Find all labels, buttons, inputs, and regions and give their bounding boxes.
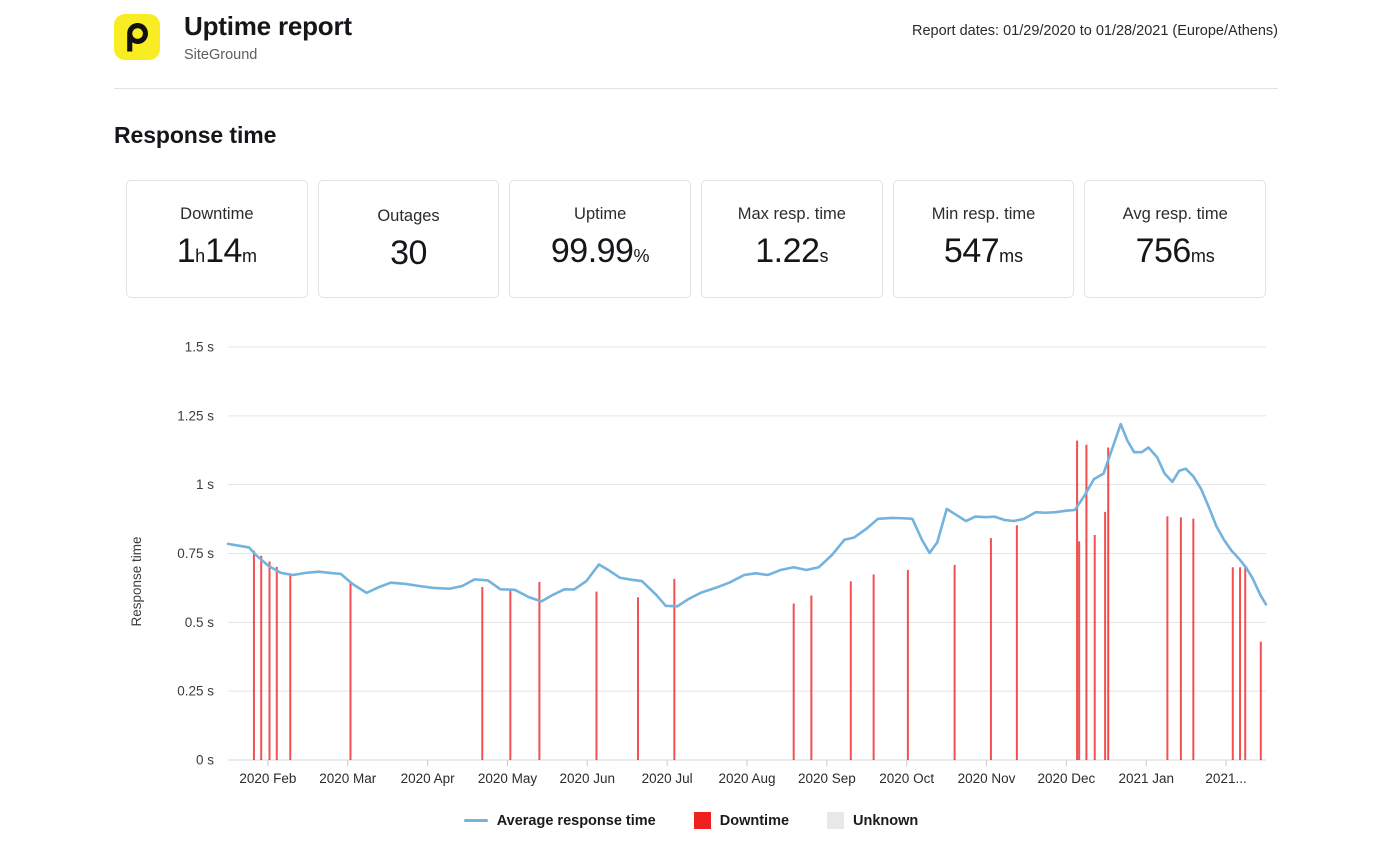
x-tick-label: 2020 Dec: [1037, 771, 1095, 786]
y-tick-label: 0 s: [196, 753, 214, 768]
line-swatch-icon: [464, 819, 488, 822]
stat-card-max-resp-time: Max resp. time 1.22s: [701, 180, 883, 298]
chart-legend: Average response time Downtime Unknown: [0, 812, 1382, 829]
y-tick-label: 1 s: [196, 477, 214, 492]
unknown-swatch-icon: [827, 812, 844, 829]
stat-card-uptime: Uptime 99.99%: [509, 180, 691, 298]
page-subtitle: SiteGround: [184, 45, 352, 65]
x-tick-label: 2021...: [1205, 771, 1246, 786]
x-tick-label: 2020 Jun: [560, 771, 616, 786]
stat-card-value: 547ms: [944, 231, 1023, 276]
stat-value-number: 756: [1136, 231, 1191, 271]
x-tick-label: 2021 Jan: [1118, 771, 1174, 786]
legend-item-unknown[interactable]: Unknown: [827, 812, 918, 829]
stat-value-unit-2: m: [242, 236, 257, 276]
x-tick-label: 2020 May: [478, 771, 538, 786]
section-title: Response time: [114, 122, 276, 149]
header-divider: [114, 88, 1278, 89]
y-axis-title: Response time: [129, 536, 144, 626]
downtime-swatch-icon: [694, 812, 711, 829]
legend-label: Average response time: [497, 813, 656, 829]
stat-card-value: 99.99%: [551, 231, 650, 276]
stat-card-label: Uptime: [574, 203, 626, 225]
title-group: Uptime report SiteGround: [184, 10, 352, 65]
chart-canvas: 0 s 0.25 s 0.5 s 0.75 s 1 s 1.25 s 1.5 s Respon…: [0, 318, 1382, 798]
y-tick-label: 0.25 s: [177, 684, 214, 699]
x-tick-label: 2020 Sep: [798, 771, 856, 786]
report-header: Uptime report SiteGround Report dates: 0…: [114, 10, 1278, 72]
x-tick-label: 2020 Mar: [319, 771, 377, 786]
stat-value-unit: ms: [1191, 236, 1215, 276]
stat-card-min-resp-time: Min resp. time 547ms: [893, 180, 1075, 298]
stat-card-value: 1h14m: [177, 231, 257, 276]
stat-cards: Downtime 1h14m Outages 30 Uptime 99.99% …: [126, 180, 1266, 298]
legend-item-average-response-time[interactable]: Average response time: [464, 813, 656, 829]
pingdom-p-logo-icon: [114, 14, 160, 60]
stat-card-label: Max resp. time: [738, 203, 846, 225]
x-tick-label: 2020 Apr: [401, 771, 456, 786]
stat-card-value: 756ms: [1136, 231, 1215, 276]
y-tick-label: 1.5 s: [185, 340, 215, 355]
stat-card-label: Outages: [377, 205, 439, 227]
x-tick-label: 2020 Oct: [879, 771, 934, 786]
stat-card-avg-resp-time: Avg resp. time 756ms: [1084, 180, 1266, 298]
x-tick-label: 2020 Nov: [958, 771, 1016, 786]
stat-card-label: Downtime: [180, 203, 253, 225]
x-tick-label: 2020 Jul: [642, 771, 693, 786]
stat-value-unit: h: [195, 236, 205, 276]
uptime-report-page: Uptime report SiteGround Report dates: 0…: [0, 0, 1382, 850]
x-tick-label: 2020 Feb: [239, 771, 296, 786]
stat-value-unit: ms: [999, 236, 1023, 276]
stat-card-outages: Outages 30: [318, 180, 500, 298]
stat-value-number: 30: [390, 233, 427, 273]
legend-item-downtime[interactable]: Downtime: [694, 812, 789, 829]
stat-card-value: 30: [390, 233, 427, 273]
stat-card-label: Avg resp. time: [1123, 203, 1228, 225]
stat-value-number: 1: [177, 231, 195, 271]
stat-card-label: Min resp. time: [932, 203, 1036, 225]
page-title: Uptime report: [184, 10, 352, 42]
stat-value-number-2: 14: [205, 231, 242, 271]
stat-value-number: 99.99: [551, 231, 634, 271]
x-tick-label: 2020 Aug: [718, 771, 775, 786]
report-dates: Report dates: 01/29/2020 to 01/28/2021 (…: [912, 10, 1278, 42]
stat-card-value: 1.22s: [755, 231, 828, 276]
legend-label: Unknown: [853, 813, 918, 829]
y-tick-label: 1.25 s: [177, 408, 214, 423]
y-tick-label: 0.5 s: [185, 615, 215, 630]
y-tick-label: 0.75 s: [177, 546, 214, 561]
legend-label: Downtime: [720, 813, 789, 829]
stat-value-unit: %: [633, 236, 649, 276]
response-time-chart: 0 s 0.25 s 0.5 s 0.75 s 1 s 1.25 s 1.5 s Respon…: [0, 318, 1382, 798]
stat-value-unit: s: [819, 236, 828, 276]
stat-value-number: 547: [944, 231, 999, 271]
stat-value-number: 1.22: [755, 231, 819, 271]
stat-card-downtime: Downtime 1h14m: [126, 180, 308, 298]
average-response-time-line: [228, 424, 1266, 606]
